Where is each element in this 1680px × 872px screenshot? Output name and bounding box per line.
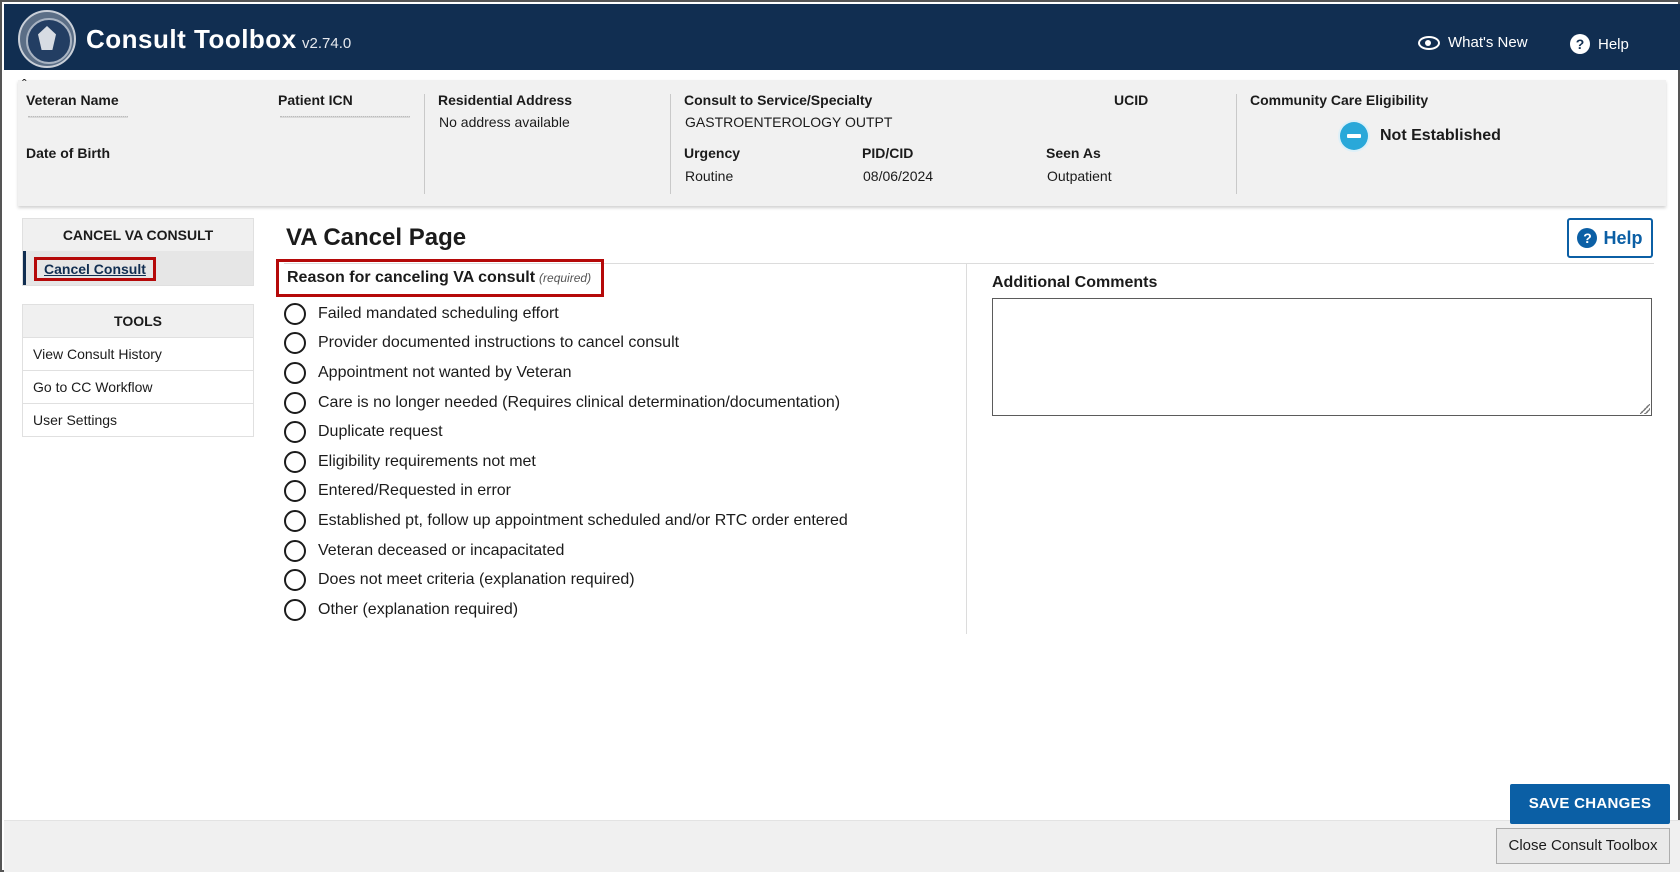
patient-icn-value-redacted bbox=[280, 116, 410, 118]
veteran-name-value-redacted bbox=[28, 116, 128, 118]
save-changes-button[interactable]: SAVE CHANGES bbox=[1510, 784, 1670, 824]
seen-as-label: Seen As bbox=[1046, 145, 1101, 161]
banner-divider bbox=[1236, 94, 1237, 194]
radio-button[interactable] bbox=[284, 391, 306, 414]
whats-new-link[interactable]: What's New bbox=[1418, 34, 1528, 51]
banner-divider bbox=[424, 94, 425, 194]
pidcid-value: 08/06/2024 bbox=[863, 168, 934, 184]
reason-option[interactable]: Other (explanation required) bbox=[284, 595, 848, 625]
question-icon: ? bbox=[1570, 34, 1590, 54]
sidebar-cancel-header: CANCEL VA CONSULT bbox=[23, 219, 253, 251]
collapse-caret-icon[interactable]: ˆ bbox=[22, 76, 27, 92]
reason-label: Reason for canceling VA consult bbox=[287, 269, 536, 286]
comments-label: Additional Comments bbox=[992, 274, 1158, 291]
reason-option[interactable]: Duplicate request bbox=[284, 417, 848, 447]
reason-option[interactable]: Entered/Requested in error bbox=[284, 477, 848, 507]
veteran-name-label: Veteran Name bbox=[26, 92, 119, 108]
help-button[interactable]: ? Help bbox=[1567, 218, 1653, 258]
radio-button[interactable] bbox=[284, 361, 306, 384]
app-title: Consult Toolbox bbox=[86, 24, 297, 54]
resize-handle-icon[interactable] bbox=[1640, 404, 1650, 414]
sidebar-item-user-settings[interactable]: User Settings bbox=[23, 403, 253, 436]
reason-option-label: Veteran deceased or incapacitated bbox=[318, 541, 565, 559]
radio-button[interactable] bbox=[284, 302, 306, 325]
eye-icon bbox=[1418, 35, 1440, 50]
app-version: v2.74.0 bbox=[302, 35, 352, 52]
question-icon: ? bbox=[1577, 228, 1598, 248]
help-button-label: Help bbox=[1603, 227, 1643, 248]
sidebar-item-cancel-consult[interactable]: Cancel Consult bbox=[23, 251, 253, 285]
cce-label: Community Care Eligibility bbox=[1250, 92, 1429, 108]
reason-option-label: Failed mandated scheduling effort bbox=[318, 304, 559, 322]
minus-circle-icon bbox=[1340, 122, 1368, 150]
cce-value: Not Established bbox=[1380, 127, 1501, 144]
header-help-label: Help bbox=[1598, 35, 1629, 53]
reason-option[interactable]: Eligibility requirements not met bbox=[284, 447, 848, 477]
ucid-label: UCID bbox=[1114, 92, 1149, 108]
reason-option-label: Other (explanation required) bbox=[318, 600, 519, 618]
reason-option-label: Care is no longer needed (Requires clini… bbox=[318, 393, 841, 411]
radio-button[interactable] bbox=[284, 509, 306, 532]
app-window: Consult Toolbox v2.74.0 What's New ? Hel… bbox=[0, 0, 1680, 872]
sidebar-tools-header: TOOLS bbox=[23, 305, 253, 337]
service-label: Consult to Service/Specialty bbox=[684, 92, 873, 108]
va-seal-logo bbox=[18, 10, 76, 68]
address-label: Residential Address bbox=[438, 92, 573, 108]
patient-icn-label: Patient ICN bbox=[278, 92, 353, 108]
pidcid-label: PID/CID bbox=[862, 145, 914, 161]
reason-option[interactable]: Veteran deceased or incapacitated bbox=[284, 536, 848, 566]
reason-option-label: Entered/Requested in error bbox=[318, 482, 511, 500]
column-divider bbox=[966, 264, 967, 634]
address-value: No address available bbox=[439, 114, 570, 130]
reason-legend: Reason for canceling VA consult (require… bbox=[276, 259, 605, 297]
service-value: GASTROENTEROLOGY OUTPT bbox=[685, 114, 893, 130]
radio-button[interactable] bbox=[284, 450, 306, 473]
seen-as-value: Outpatient bbox=[1047, 168, 1112, 184]
reason-option[interactable]: Established pt, follow up appointment sc… bbox=[284, 506, 848, 536]
radio-button[interactable] bbox=[284, 598, 306, 621]
patient-banner: ˆ Veteran Name Patient ICN Date of Birth… bbox=[18, 76, 1666, 206]
required-marker: (required) bbox=[539, 271, 592, 285]
radio-button[interactable] bbox=[284, 332, 306, 355]
reason-option-label: Eligibility requirements not met bbox=[318, 452, 536, 470]
dob-label: Date of Birth bbox=[26, 145, 110, 161]
sidebar-tools-section: TOOLS View Consult History Go to CC Work… bbox=[22, 304, 254, 437]
banner-divider bbox=[670, 94, 671, 194]
cancel-consult-link[interactable]: Cancel Consult bbox=[34, 257, 156, 281]
whats-new-label: What's New bbox=[1448, 34, 1528, 51]
reason-option-label: Appointment not wanted by Veteran bbox=[318, 363, 572, 381]
close-toolbox-button[interactable]: Close Consult Toolbox bbox=[1496, 828, 1670, 864]
reason-option[interactable]: Care is no longer needed (Requires clini… bbox=[284, 388, 848, 418]
reason-option[interactable]: Failed mandated scheduling effort bbox=[284, 299, 848, 329]
radio-button[interactable] bbox=[284, 480, 306, 503]
reason-option-label: Does not meet criteria (explanation requ… bbox=[318, 571, 635, 589]
urgency-value: Routine bbox=[685, 168, 734, 184]
reason-option-label: Established pt, follow up appointment sc… bbox=[318, 511, 848, 529]
radio-button[interactable] bbox=[284, 569, 306, 592]
radio-button[interactable] bbox=[284, 539, 306, 562]
reason-option-label: Duplicate request bbox=[318, 423, 443, 441]
sidebar-cancel-section: CANCEL VA CONSULT Cancel Consult bbox=[22, 218, 254, 286]
reason-option-label: Provider documented instructions to canc… bbox=[318, 334, 680, 352]
reason-option[interactable]: Appointment not wanted by Veteran bbox=[284, 358, 848, 388]
sidebar-item-go-to-cc-workflow[interactable]: Go to CC Workflow bbox=[23, 370, 253, 403]
cce-status: Not Established bbox=[1340, 122, 1501, 150]
radio-button[interactable] bbox=[284, 421, 306, 444]
footer-bar bbox=[4, 820, 1680, 872]
reason-option[interactable]: Does not meet criteria (explanation requ… bbox=[284, 565, 848, 595]
urgency-label: Urgency bbox=[684, 145, 741, 161]
header-bar: Consult Toolbox v2.74.0 What's New ? Hel… bbox=[4, 4, 1680, 70]
comments-textarea[interactable] bbox=[992, 298, 1652, 416]
reason-option[interactable]: Provider documented instructions to canc… bbox=[284, 329, 848, 359]
page-title: VA Cancel Page bbox=[286, 224, 467, 251]
header-help-link[interactable]: ? Help bbox=[1570, 34, 1629, 54]
sidebar-item-view-consult-history[interactable]: View Consult History bbox=[23, 337, 253, 370]
reason-radio-group: Failed mandated scheduling effort Provid… bbox=[284, 299, 848, 625]
